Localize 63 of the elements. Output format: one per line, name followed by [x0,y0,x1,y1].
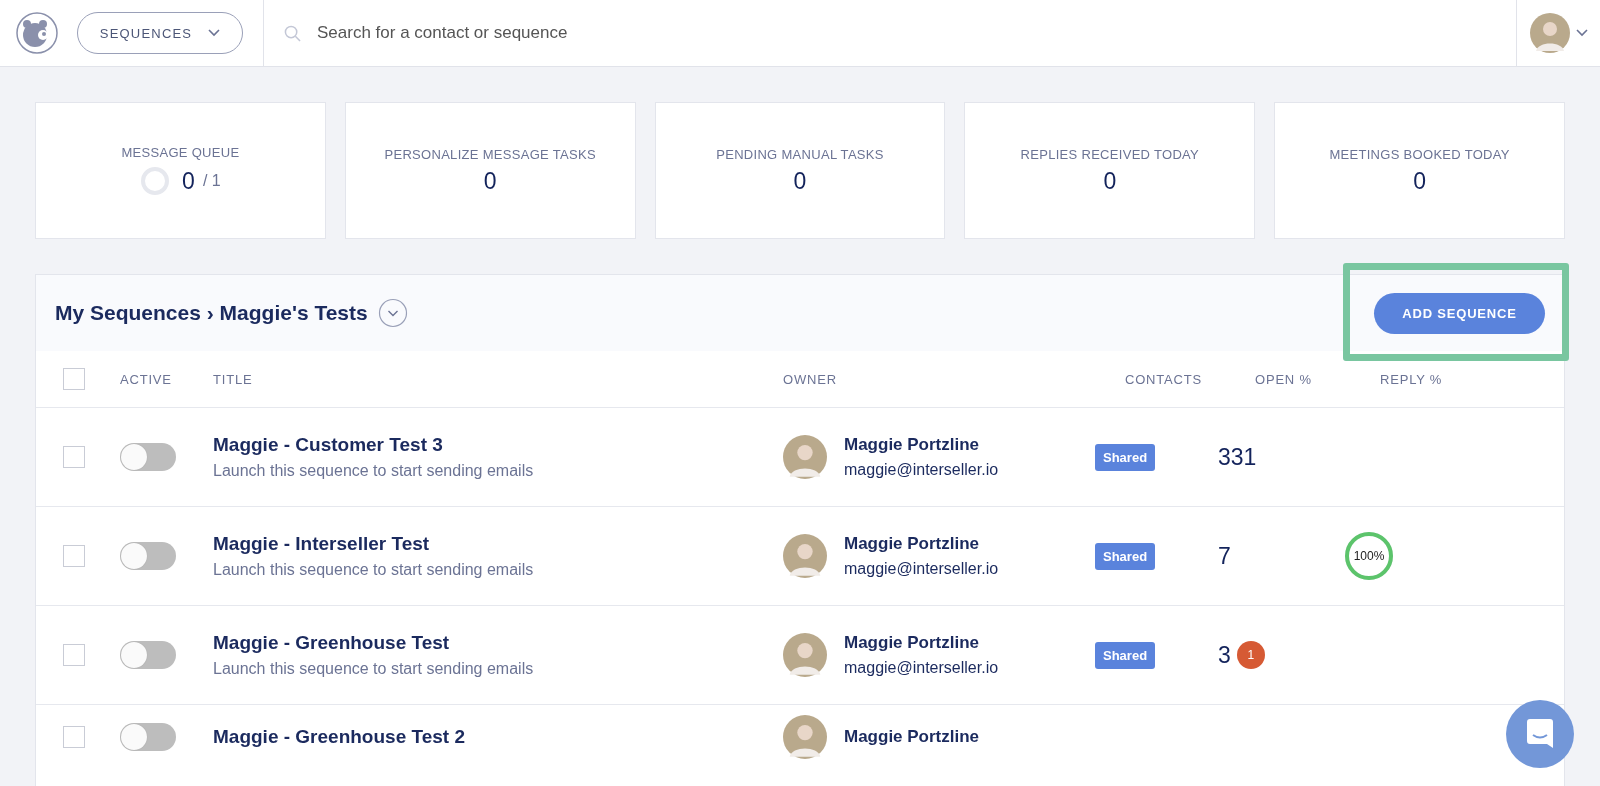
owner-email: maggie@interseller.io [844,461,999,479]
active-toggle[interactable] [120,542,176,570]
sequences-dropdown[interactable]: SEQUENCES [77,12,243,54]
breadcrumb-title: My Sequences › Maggie's Tests [55,301,368,325]
search-icon [284,24,301,42]
column-header: REPLY % [1380,372,1443,387]
sequence-title[interactable]: Maggie - Interseller Test [213,533,783,555]
row-checkbox[interactable] [63,726,85,748]
stat-value: 0 [1103,167,1117,195]
stat-label: MESSAGE QUEUE [121,145,240,160]
notification-badge: 1 [1236,641,1265,669]
shared-tag: Shared [1095,642,1156,669]
chevron-down-icon[interactable] [1575,29,1588,37]
stat-label: MEETINGS BOOKED TODAY [1329,146,1510,162]
column-header: ACTIVE [120,372,172,387]
bear-logo-icon[interactable] [15,11,59,55]
column-header: TITLE [213,372,253,387]
column-header: CONTACTS [1125,372,1202,387]
shared-tag: Shared [1095,444,1156,471]
column-header: OPEN % [1255,372,1312,387]
stat-value: 0 [483,167,497,195]
sequence-status: Launch this sequence to start sending emails [213,660,535,678]
owner-avatar [783,633,827,677]
owner-name: Maggie Portzline [844,727,980,747]
owner-email: maggie@interseller.io [844,659,999,677]
sequence-status: Launch this sequence to start sending emails [213,462,535,480]
stat-value: 0 [793,167,807,195]
queue-progress-ring [140,166,171,196]
stat-label: PERSONALIZE MESSAGE TASKS [384,146,596,162]
chat-icon [1524,718,1556,750]
contacts-count: 7 [1218,542,1231,570]
sequence-title[interactable]: Maggie - Customer Test 3 [213,434,783,456]
row-checkbox[interactable] [63,446,85,468]
sequence-title[interactable]: Maggie - Greenhouse Test [213,632,783,654]
sequence-status: Launch this sequence to start sending emails [213,561,535,579]
add-sequence-button[interactable]: ADD SEQUENCE [1374,292,1545,334]
owner-email: maggie@interseller.io [844,560,999,578]
owner-avatar [783,534,827,578]
chevron-circle-icon[interactable] [377,298,408,328]
owner-name: Maggie Portzline [844,435,981,455]
stat-total: / 1 [202,172,221,190]
open-rate-ring: 100% [1343,530,1395,582]
contacts-count: 3 [1218,641,1231,669]
column-header: OWNER [783,372,837,387]
active-toggle[interactable] [120,641,176,669]
owner-name: Maggie Portzline [844,633,981,653]
sequence-title[interactable]: Maggie - Greenhouse Test 2 [213,726,783,748]
stat-value: 0 [182,167,195,195]
contacts-count: 331 [1218,443,1257,471]
user-avatar[interactable] [1529,13,1570,53]
stat-value: 0 [1413,167,1426,195]
owner-name: Maggie Portzline [844,534,981,554]
stat-label: PENDING MANUAL TASKS [716,146,884,162]
owner-avatar [783,435,827,479]
row-checkbox[interactable] [63,545,85,567]
stat-label: REPLIES RECEIVED TODAY [1020,146,1200,162]
active-toggle[interactable] [120,723,176,751]
row-checkbox[interactable] [63,644,85,666]
chevron-down-icon [208,29,221,37]
shared-tag: Shared [1095,543,1156,570]
owner-avatar [783,715,827,759]
select-all-checkbox[interactable] [63,368,85,390]
active-toggle[interactable] [120,443,176,471]
